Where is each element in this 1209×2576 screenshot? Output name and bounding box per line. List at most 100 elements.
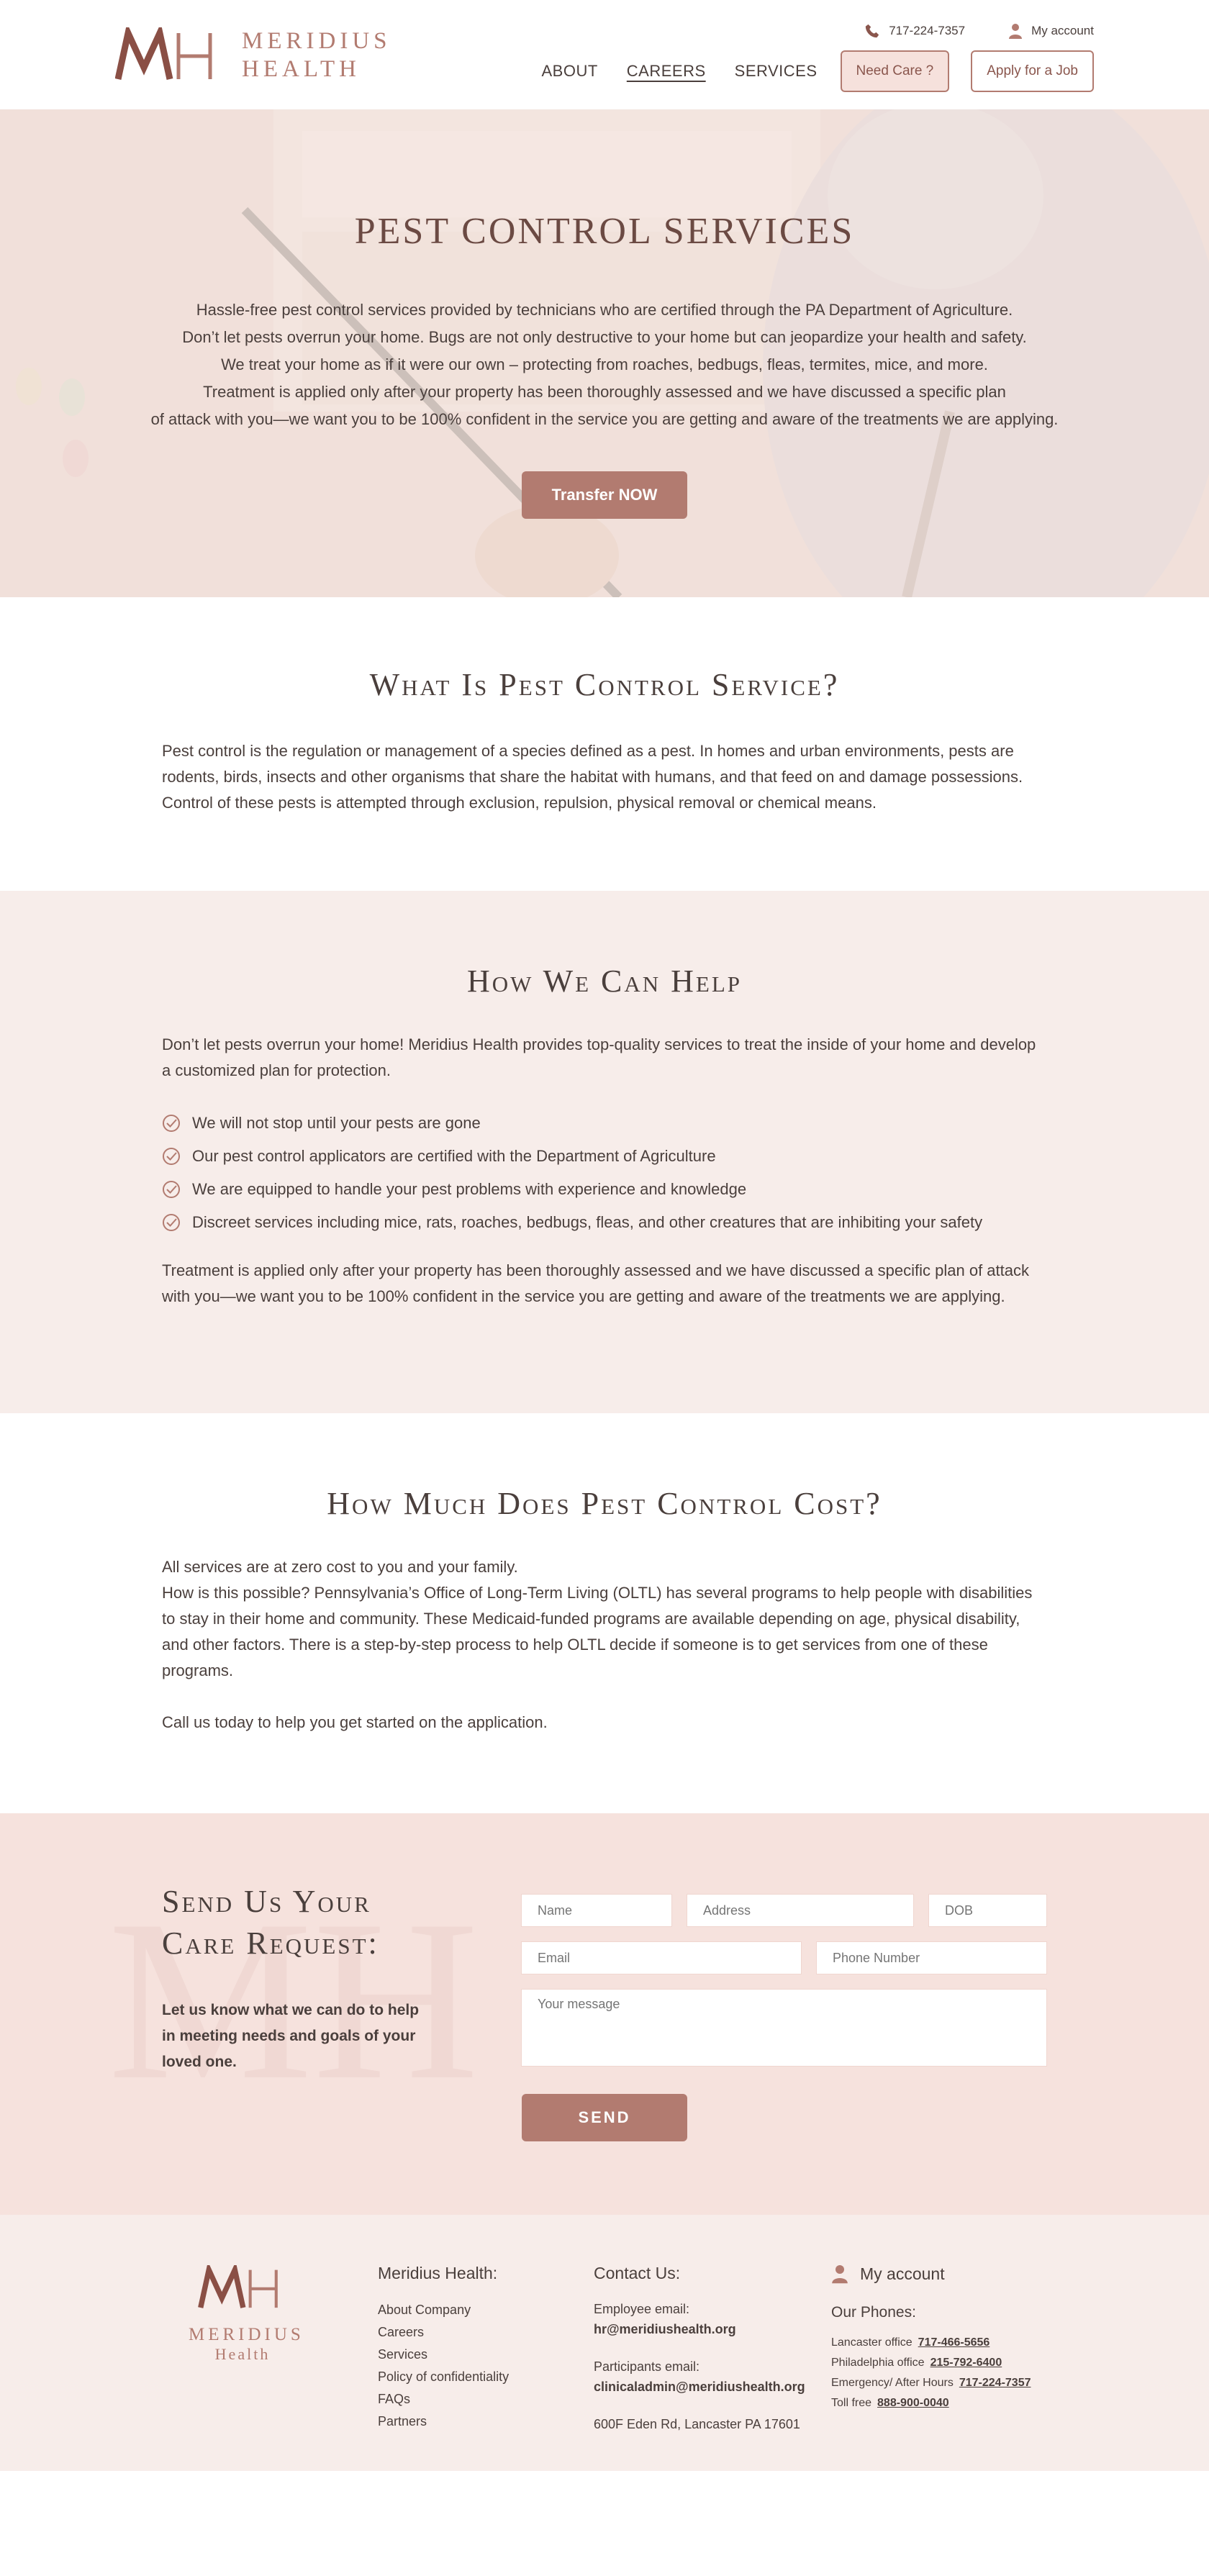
hero-line: Don’t let pests overrun your home. Bugs … [182,328,1027,346]
footer-logo-sub: Health [214,2345,271,2363]
help-intro: Don’t let pests overrun your home! Merid… [162,1035,1036,1079]
cost-title: How Much Does Pest Control Cost? [327,1486,882,1521]
logo-mark [114,22,223,83]
check-circle-icon [163,1148,180,1165]
care-request-lead: Let us know what we can do to help in me… [162,2002,420,2070]
phone-link[interactable]: 888-900-0040 [877,2397,949,2409]
what-is-text: Pest control is the regulation or manage… [162,742,1023,812]
participants-email-label: Participants email: [594,2359,700,2374]
hero-description: Hassle-free pest control services provid… [0,296,1209,433]
footer-logo[interactable]: MERIDIUS Health [189,2261,304,2364]
footer-link-policy[interactable]: Policy of confidentiality [378,2366,509,2388]
footer-contact: Contact Us: Employee email: hr@meridiush… [594,2264,805,2434]
cost-text: All services are at zero cost to you and… [162,1554,1047,1684]
employee-email-label: Employee email: [594,2302,690,2316]
cost-line-1: All services are at zero cost to you and… [162,1558,518,1576]
hero-line: We treat your home as if it were our own… [221,355,988,373]
nav-services[interactable]: SERVICES [735,62,818,81]
list-item: Our pest control applicators are certifi… [162,1140,982,1173]
address-field[interactable] [687,1894,914,1927]
footer-col-title: Meridius Health: [378,2264,498,2282]
help-outro: Treatment is applied only after your pro… [162,1261,1029,1305]
dob-field[interactable] [928,1894,1047,1927]
nav-about[interactable]: ABOUT [542,62,598,81]
phone-label: Lancaster office [831,2336,913,2349]
cost-cta: Call us today to help you get started on… [162,1713,548,1731]
list-item: We will not stop until your pests are go… [162,1107,982,1140]
what-is-section: What Is Pest Control Service? Pest contr… [0,597,1209,891]
top-bar: 717-224-7357 My account [821,20,1094,42]
list-item: We are equipped to handle your pest prob… [162,1173,982,1206]
phone-label: Emergency/ After Hours [831,2377,954,2389]
participants-email-link[interactable]: clinicaladmin@meridiushealth.org [594,2377,805,2397]
phone-row: Toll free 888-900-0040 [831,2393,1031,2413]
phone-field[interactable] [816,1941,1047,1974]
phone-link[interactable]: 717-466-5656 [918,2336,990,2349]
check-circle-icon [163,1115,180,1132]
phone-row: Emergency/ After Hours 717-224-7357 [831,2373,1031,2393]
nav-careers[interactable]: CAREERS [627,62,706,81]
transfer-now-button[interactable]: Transfer NOW [522,471,687,519]
logo-line-1: MERIDIUS [242,28,391,54]
how-we-help-title: How We Can Help [466,963,743,999]
apply-job-button[interactable]: Apply for a Job [971,50,1094,92]
phones-title: Our Phones: [831,2304,916,2321]
phone-row: Philadelphia office 215-792-6400 [831,2353,1031,2373]
cost-explanation: How is this possible? Pennsylvania’s Off… [162,1584,1033,1679]
help-checklist: We will not stop until your pests are go… [162,1107,982,1239]
site-header: MERIDIUS HEALTH 717-224-7357 My account … [0,0,1209,109]
phone-label: Toll free [831,2397,872,2409]
my-account-label: My account [1031,24,1094,37]
name-field[interactable] [521,1894,672,1927]
checklist-text: Discreet services including mice, rats, … [192,1213,983,1231]
what-is-title: What Is Pest Control Service? [369,667,840,702]
contact-title: Contact Us: [594,2264,681,2282]
send-button[interactable]: SEND [522,2094,687,2141]
footer-account-link[interactable]: My account [831,2264,1031,2284]
footer-link-faqs[interactable]: FAQs [378,2388,509,2411]
care-request-title: Send Us Your Care Request: [162,1884,379,1961]
footer-links: Meridius Health: About Company Careers S… [378,2264,509,2433]
cost-section: How Much Does Pest Control Cost? All ser… [0,1413,1209,1813]
my-account-link[interactable]: My account [1008,23,1094,39]
footer-link-partners[interactable]: Partners [378,2411,509,2433]
hero-line: Hassle-free pest control services provid… [196,301,1013,319]
footer-account-label: My account [860,2264,945,2283]
header-phone-number: 717-224-7357 [889,24,966,37]
employee-email-link[interactable]: hr@meridiushealth.org [594,2319,805,2339]
hero-banner: PEST CONTROL SERVICES Hassle-free pest c… [0,109,1209,597]
footer-link-services[interactable]: Services [378,2344,509,2366]
phone-row: Lancaster office 717-466-5656 [831,2333,1031,2353]
logo-line-2: HEALTH [242,56,361,82]
message-field[interactable] [521,1989,1047,2067]
phone-link[interactable]: 215-792-6400 [930,2357,1002,2369]
hero-line: Treatment is applied only after your pro… [203,383,1006,401]
need-care-button[interactable]: Need Care ? [840,50,950,92]
main-nav: ABOUT CAREERS SERVICES Need Care ? Apply… [513,50,1094,92]
checklist-text: We are equipped to handle your pest prob… [192,1180,747,1198]
phone-icon [866,24,879,38]
phone-label: Philadelphia office [831,2357,925,2369]
footer-link-about[interactable]: About Company [378,2299,509,2321]
user-icon [832,2265,848,2284]
list-item: Discreet services including mice, rats, … [162,1206,982,1239]
email-field[interactable] [521,1941,802,1974]
site-footer: MERIDIUS Health Meridius Health: About C… [0,2215,1209,2471]
footer-link-careers[interactable]: Careers [378,2321,509,2344]
user-icon [1009,24,1023,39]
logo[interactable]: MERIDIUS HEALTH [114,22,391,83]
header-phone[interactable]: 717-224-7357 [864,23,965,39]
logo-text: MERIDIUS HEALTH [242,27,391,83]
phone-link[interactable]: 717-224-7357 [959,2377,1031,2389]
hero-line: of attack with you—we want you to be 100… [150,410,1059,428]
checklist-text: We will not stop until your pests are go… [192,1114,481,1132]
checklist-text: Our pest control applicators are certifi… [192,1147,716,1165]
footer-logo-mark [198,2261,278,2308]
footer-logo-name: MERIDIUS [189,2325,304,2344]
care-request-section: MH Send Us Your Care Request: Let us kno… [0,1813,1209,2215]
hero-title: PEST CONTROL SERVICES [354,211,855,252]
check-circle-icon [163,1181,180,1198]
office-address: 600F Eden Rd, Lancaster PA 17601 [594,2417,800,2431]
check-circle-icon [163,1214,180,1231]
footer-phones: My account Our Phones: Lancaster office 7… [831,2264,1031,2413]
